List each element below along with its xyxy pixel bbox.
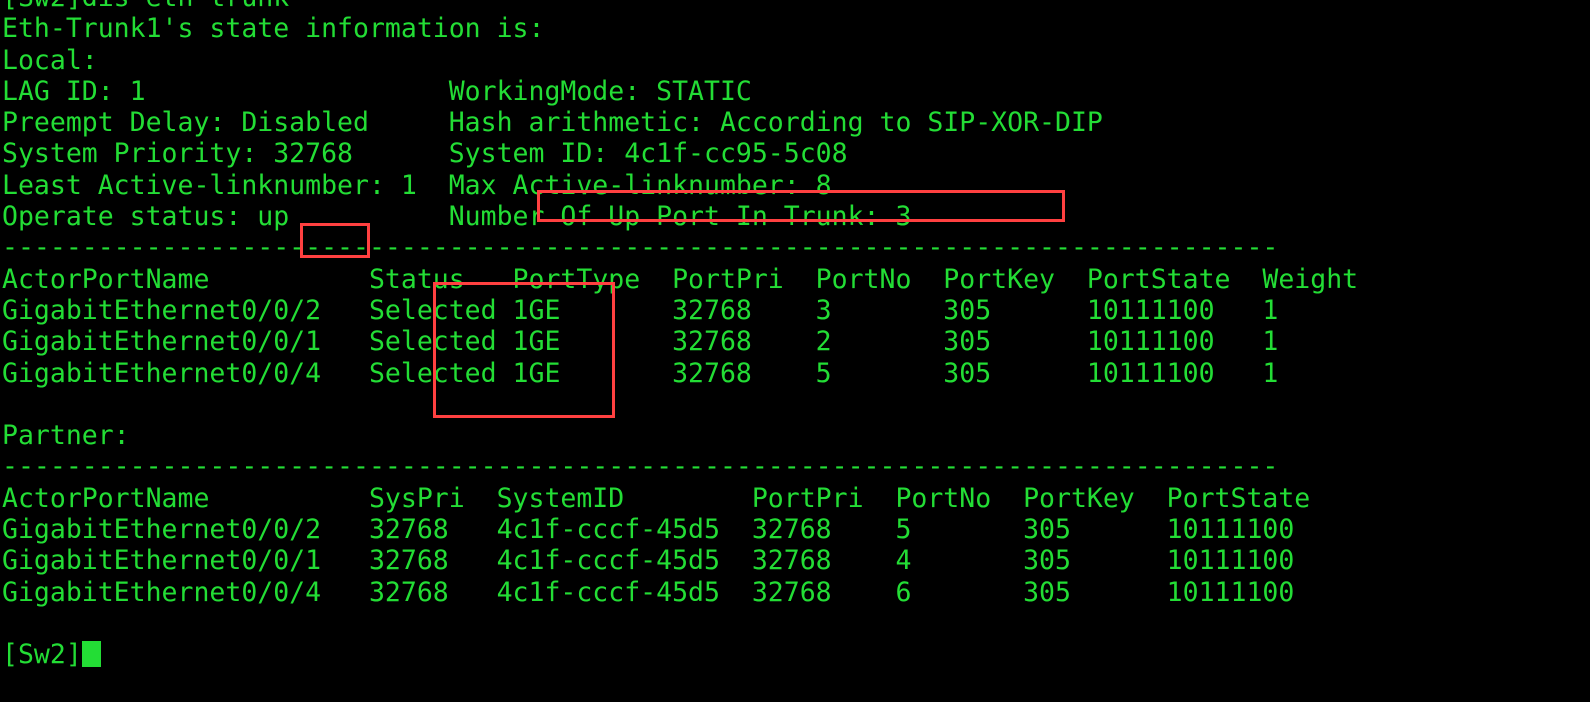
terminal-line-prompt[interactable]: [Sw2]	[0, 639, 1590, 670]
terminal-line-operate-status: Operate status: up Number Of Up Port In …	[2, 201, 912, 233]
terminal-line-local-row-2: GigabitEthernet0/0/1 Selected 1GE 32768 …	[2, 326, 1279, 358]
terminal-line-system-priority: System Priority: 32768 System ID: 4c1f-c…	[2, 138, 848, 170]
terminal-line-command: [Sw2]dis eth-trunk	[0, 0, 1590, 13]
terminal-line-least-active-linknumber: Least Active-linknumber: 1 Max Active-li…	[2, 169, 832, 201]
terminal-line-partner-row-2: GigabitEthernet0/0/1 32768 4c1f-cccf-45d…	[2, 545, 1295, 577]
text-cursor	[81, 641, 101, 668]
terminal-line-lag-id: LAG ID: 1 WorkingMode: STATIC	[2, 75, 752, 107]
terminal-window[interactable]: [Sw2]dis eth-trunk Eth-Trunk1's state in…	[0, 0, 1590, 702]
terminal-line-blank-2	[0, 608, 1590, 639]
terminal-line-blank-1	[0, 389, 1590, 420]
terminal-line-local-label: Local:	[2, 44, 98, 76]
terminal-line-title: Eth-Trunk1's state information is:	[2, 13, 545, 45]
terminal-line-partner-label: Partner:	[2, 420, 130, 452]
terminal-line-partner-separator: ----------------------------------------…	[2, 451, 1279, 483]
terminal-line-preempt-delay: Preempt Delay: Disabled Hash arithmetic:…	[2, 107, 1103, 139]
terminal-line-local-table-header: ActorPortName Status PortType PortPri Po…	[2, 263, 1359, 295]
prompt-text: [Sw2]	[2, 639, 82, 671]
terminal-line-partner-row-1: GigabitEthernet0/0/2 32768 4c1f-cccf-45d…	[2, 514, 1295, 546]
terminal-line-partner-table-header: ActorPortName SysPri SystemID PortPri Po…	[2, 482, 1311, 514]
terminal-line-local-separator: ----------------------------------------…	[2, 232, 1279, 264]
terminal-line-local-row-1: GigabitEthernet0/0/2 Selected 1GE 32768 …	[2, 294, 1279, 326]
terminal-screen: [Sw2]dis eth-trunk Eth-Trunk1's state in…	[0, 0, 1590, 671]
terminal-line-partner-row-3: GigabitEthernet0/0/4 32768 4c1f-cccf-45d…	[2, 576, 1295, 608]
terminal-line-local-row-3: GigabitEthernet0/0/4 Selected 1GE 32768 …	[2, 357, 1279, 389]
